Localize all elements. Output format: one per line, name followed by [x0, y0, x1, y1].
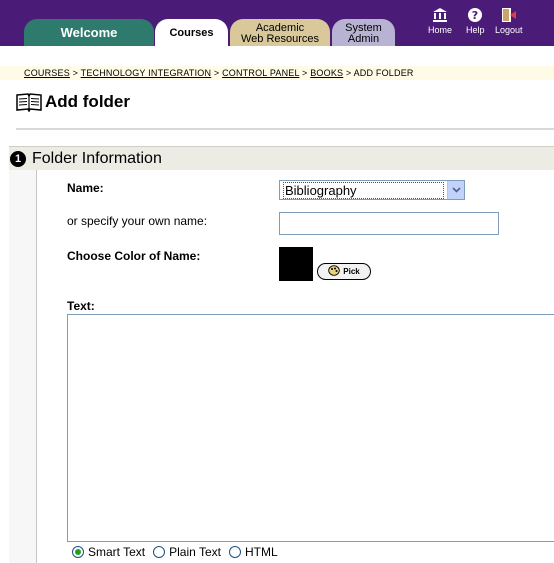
text-label: Text: — [67, 299, 95, 313]
color-label: Choose Color of Name: — [67, 249, 201, 263]
top-navigation-bar: Welcome Courses Academic Web Resources S… — [0, 0, 554, 46]
help-link[interactable]: ? Help — [466, 6, 485, 35]
breadcrumb-technology-integration[interactable]: TECHNOLOGY INTEGRATION — [81, 68, 212, 78]
text-format-radio-group: Smart Text Plain Text HTML — [72, 545, 286, 559]
breadcrumb-separator: > — [211, 68, 223, 78]
breadcrumb-courses[interactable]: COURSES — [24, 68, 70, 78]
radio-html-dot[interactable] — [228, 546, 241, 558]
own-name-label: or specify your own name: — [67, 214, 208, 228]
text-body-textarea[interactable] — [67, 314, 554, 542]
tab-courses-label: Courses — [169, 26, 214, 39]
help-label: Help — [466, 25, 485, 35]
name-label: Name: — [67, 181, 104, 195]
title-divider — [16, 128, 554, 130]
home-icon — [431, 6, 449, 24]
breadcrumb-separator: > — [343, 68, 354, 78]
tab-sysadmin-label-line1: System — [345, 21, 382, 34]
tab-sysadmin-label-line2: Admin — [347, 32, 380, 45]
radio-html-label: HTML — [244, 545, 278, 559]
section-header-folder-information: 1 Folder Information — [9, 146, 554, 170]
logout-door-icon — [500, 6, 518, 24]
section-left-gutter — [9, 170, 37, 563]
radio-smart-text[interactable]: Smart Text — [72, 545, 145, 559]
breadcrumb-separator: > — [299, 68, 311, 78]
radio-html[interactable]: HTML — [228, 545, 278, 559]
section-title: Folder Information — [32, 149, 162, 167]
book-icon — [16, 93, 42, 112]
radio-plain-text-dot[interactable] — [153, 546, 166, 558]
home-label: Home — [428, 25, 453, 35]
tab-system-admin[interactable]: System Admin — [332, 19, 395, 46]
page-title: Add folder — [16, 92, 130, 112]
tab-academic-label-line2: Web Resources — [240, 32, 320, 45]
step-number-badge: 1 — [10, 150, 26, 167]
logout-label: Logout — [495, 25, 523, 35]
home-link[interactable]: Home — [428, 6, 452, 35]
tab-academic-label-line1: Academic — [255, 21, 305, 34]
radio-plain-text-label: Plain Text — [169, 545, 221, 559]
breadcrumb: COURSES > TECHNOLOGY INTEGRATION > CONTR… — [0, 66, 554, 80]
breadcrumb-books[interactable]: BOOKS — [310, 68, 343, 78]
tab-welcome[interactable]: Welcome — [24, 19, 154, 46]
breadcrumb-current: ADD FOLDER — [353, 68, 414, 78]
radio-smart-text-dot[interactable] — [72, 546, 84, 558]
radio-smart-text-label: Smart Text — [88, 545, 146, 559]
tab-welcome-label: Welcome — [60, 25, 118, 40]
pick-button-label: Pick — [343, 267, 360, 276]
name-select[interactable]: Bibliography — [279, 180, 465, 200]
logout-link[interactable]: Logout — [495, 6, 523, 35]
own-name-input[interactable] — [279, 212, 499, 235]
tab-academic-web-resources[interactable]: Academic Web Resources — [230, 19, 330, 46]
breadcrumb-separator: > — [69, 68, 81, 78]
color-swatch[interactable] — [279, 247, 313, 281]
palette-icon — [328, 265, 341, 278]
radio-plain-text[interactable]: Plain Text — [153, 545, 221, 559]
chevron-down-icon[interactable] — [447, 181, 464, 199]
breadcrumb-control-panel[interactable]: CONTROL PANEL — [222, 68, 299, 78]
page-title-text: Add folder — [45, 92, 130, 111]
tab-courses[interactable]: Courses — [155, 19, 228, 46]
pick-color-button[interactable]: Pick — [317, 263, 371, 280]
help-icon: ? — [466, 6, 484, 24]
svg-text:?: ? — [472, 9, 478, 22]
name-select-value: Bibliography — [283, 181, 444, 199]
